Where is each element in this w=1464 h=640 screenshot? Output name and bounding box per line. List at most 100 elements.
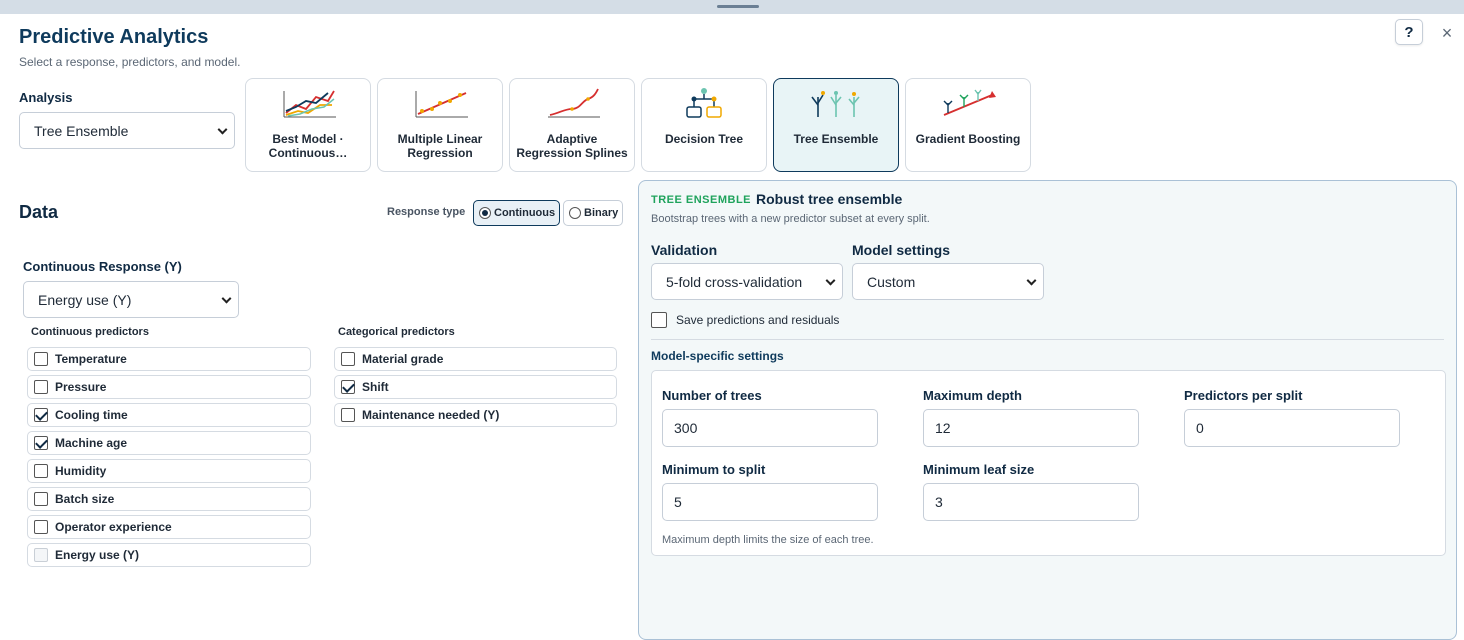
linear-regression-icon (415, 91, 468, 118)
model-specific-settings-box: Number of trees 300 Maximum depth 12 Pre… (651, 370, 1446, 556)
decision-tree-icon (686, 88, 722, 118)
predictor-label: Maintenance needed (Y) (362, 408, 500, 422)
predictor-label: Material grade (362, 352, 444, 366)
validation-value: 5-fold cross-validation (666, 273, 803, 290)
predictor-label: Energy use (Y) (55, 548, 140, 562)
panel-description: Bootstrap trees with a new predictor sub… (651, 213, 930, 225)
data-section-title: Data (19, 202, 59, 222)
predictor-label: Cooling time (55, 408, 128, 422)
predictor-label: Temperature (55, 352, 127, 366)
checkbox[interactable] (34, 464, 48, 478)
continuous-predictors-label: Continuous predictors (31, 326, 149, 338)
gradient-boosting-icon (943, 89, 996, 116)
validation-label: Validation (651, 242, 718, 258)
max-depth-input[interactable]: 12 (923, 409, 1139, 447)
categorical-predictors-label: Categorical predictors (338, 326, 455, 338)
save-predictions-option[interactable]: Save predictions and residuals (651, 312, 839, 328)
predictors-per-split-input[interactable]: 0 (1184, 409, 1400, 447)
chevron-down-icon (825, 275, 836, 286)
model-settings-select[interactable]: Custom (852, 263, 1044, 300)
response-type-label-text: Binary (584, 207, 619, 219)
close-icon[interactable]: × (1438, 23, 1456, 43)
checkbox[interactable] (34, 492, 48, 506)
model-tile-label: Gradient Boosting (915, 132, 1021, 146)
predictor-pressure[interactable]: Pressure (27, 375, 311, 399)
continuous-response-value: Energy use (Y) (38, 291, 132, 308)
predictor-temperature[interactable]: Temperature (27, 347, 311, 371)
save-predictions-label: Save predictions and residuals (676, 313, 840, 327)
trees-label: Number of trees (662, 388, 762, 403)
model-tile-multiple-linear-regression[interactable]: Multiple Linear Regression (377, 78, 503, 172)
model-settings-panel: TREE ENSEMBLE Robust tree ensemble Boots… (638, 180, 1457, 640)
radio-selected-icon (479, 207, 491, 219)
predictor-label: Pressure (55, 380, 107, 394)
predictor-material-grade[interactable]: Material grade (334, 347, 617, 371)
spline-curve-icon (548, 88, 600, 118)
analysis-select[interactable]: Tree Ensemble (19, 112, 235, 149)
model-tile-gradient-boosting[interactable]: Gradient Boosting (905, 78, 1031, 172)
model-specific-settings-label: Model-specific settings (651, 349, 784, 363)
predictor-shift[interactable]: Shift (334, 375, 617, 399)
checkbox[interactable] (341, 408, 355, 422)
model-tile-tree-ensemble[interactable]: Tree Ensemble (773, 78, 899, 172)
continuous-response-select[interactable]: Energy use (Y) (23, 281, 239, 318)
response-type-binary[interactable]: Binary (563, 200, 623, 226)
checkbox[interactable] (341, 352, 355, 366)
checkbox-checked[interactable] (34, 436, 48, 450)
checkbox-checked[interactable] (341, 380, 355, 394)
model-tile-label: Tree Ensemble (793, 132, 879, 146)
chevron-down-icon (221, 293, 232, 304)
divider (651, 339, 1444, 340)
radio-icon (569, 207, 581, 219)
predictor-label: Shift (362, 380, 389, 394)
drag-handle[interactable] (717, 5, 759, 8)
min-split-input[interactable]: 5 (662, 483, 878, 521)
predictors-per-split-label: Predictors per split (1184, 388, 1303, 403)
response-type-label-text: Continuous (494, 207, 556, 219)
chevron-down-icon (1026, 275, 1037, 286)
trees-input[interactable]: 300 (662, 409, 878, 447)
predictor-batch-size[interactable]: Batch size (27, 487, 311, 511)
predictor-cooling-time[interactable]: Cooling time (27, 403, 311, 427)
predictor-operator-experience[interactable]: Operator experience (27, 515, 311, 539)
panel-title: Robust tree ensemble (756, 191, 903, 207)
drag-bar[interactable] (0, 0, 1464, 14)
page-subtitle: Select a response, predictors, and model… (19, 55, 241, 69)
panel-kicker: TREE ENSEMBLE (651, 194, 752, 206)
help-button[interactable]: ? (1395, 19, 1423, 45)
predictor-label: Machine age (55, 436, 128, 450)
checkbox[interactable] (34, 380, 48, 394)
analysis-label: Analysis (19, 90, 73, 105)
page-title: Predictive Analytics (19, 26, 209, 48)
checkbox[interactable] (34, 352, 48, 366)
min-split-label: Minimum to split (662, 462, 766, 477)
chevron-down-icon (217, 124, 228, 135)
predictor-energy-use: Energy use (Y) (27, 543, 311, 567)
model-tile-best-model[interactable]: Best Model · Continuous… (245, 78, 371, 172)
model-tile-adaptive-regression-splines[interactable]: Adaptive Regression Splines (509, 78, 635, 172)
model-tile-label: Best Model · Continuous… (268, 132, 348, 160)
min-leaf-input[interactable]: 3 (923, 483, 1139, 521)
validation-select[interactable]: 5-fold cross-validation (651, 263, 843, 300)
min-leaf-label: Minimum leaf size (923, 462, 1035, 477)
predictor-machine-age[interactable]: Machine age (27, 431, 311, 455)
response-type-continuous[interactable]: Continuous (473, 200, 560, 226)
settings-note: Maximum depth limits the size of each tr… (662, 534, 874, 546)
max-depth-label: Maximum depth (923, 388, 1022, 403)
model-settings-value: Custom (867, 273, 916, 290)
model-tile-label: Multiple Linear Regression (397, 132, 483, 160)
checkbox-checked[interactable] (34, 408, 48, 422)
multi-line-chart-icon (283, 90, 336, 118)
checkbox-disabled (34, 548, 48, 562)
predictor-label: Batch size (55, 492, 115, 506)
checkbox[interactable] (651, 312, 667, 328)
predictor-maintenance-needed[interactable]: Maintenance needed (Y) (334, 403, 617, 427)
model-tile-label: Decision Tree (664, 132, 744, 146)
predictor-label: Humidity (55, 464, 107, 478)
checkbox[interactable] (34, 520, 48, 534)
predictor-humidity[interactable]: Humidity (27, 459, 311, 483)
tree-ensemble-icon (811, 91, 860, 117)
model-settings-label: Model settings (852, 242, 951, 258)
response-type-label: Response type (387, 206, 466, 218)
model-tile-decision-tree[interactable]: Decision Tree (641, 78, 767, 172)
